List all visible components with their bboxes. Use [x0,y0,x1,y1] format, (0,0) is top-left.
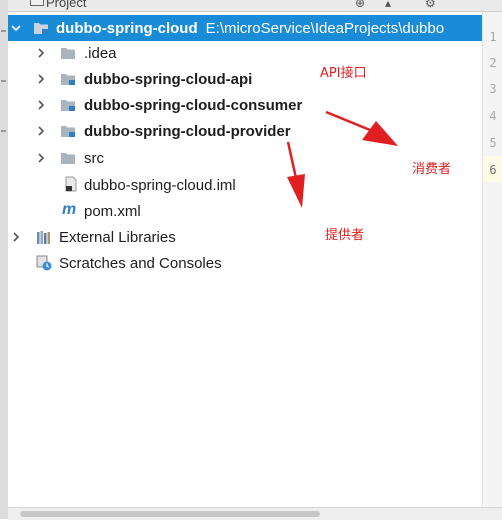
tree-item-external-libraries[interactable]: External Libraries [8,224,482,250]
project-window-icon [30,0,44,6]
root-project-path: E:\microService\IdeaProjects\dubbo [205,19,445,37]
line-number: 6 [489,163,497,177]
tree-item-label: dubbo-spring-cloud-api [84,70,253,88]
tree-item-label: pom.xml [84,202,141,220]
tree-item-iml[interactable]: dubbo-spring-cloud.iml [8,172,482,198]
line-number: 2 [489,56,497,70]
annotation-consumer: 消费者 [412,162,452,177]
tree-root-row[interactable]: dubbo-spring-cloud E:\microService\IdeaPr… [8,15,482,41]
tree-item-label: dubbo-spring-cloud.iml [84,176,236,194]
scratches-icon [36,255,52,271]
locate-icon[interactable]: ⊕ [355,0,365,10]
project-tab-title[interactable]: Project [46,0,86,10]
annotation-api: API接口 [320,66,367,81]
line-number: 1 [489,30,497,44]
project-tree: dubbo-spring-cloud E:\microService\IdeaPr… [8,12,482,507]
line-number: 4 [489,109,497,123]
library-icon [36,229,52,245]
module-folder-icon [60,97,76,113]
chevron-right-icon[interactable] [10,231,22,243]
tool-window-header: Project ⊕ ▴ ⚙ [8,0,502,12]
strip-mark [1,30,6,32]
chevron-right-icon[interactable] [35,152,47,164]
module-folder-icon [60,71,76,87]
module-folder-icon [60,123,76,139]
root-project-label: dubbo-spring-cloud E:\microService\IdeaPr… [56,20,444,37]
tree-item-provider[interactable]: dubbo-spring-cloud-provider [8,118,482,144]
scrollbar-thumb[interactable] [20,511,320,517]
chevron-right-icon[interactable] [35,47,47,59]
tree-item-label: External Libraries [59,228,176,246]
strip-mark [1,80,6,82]
line-number: 5 [489,136,497,150]
tree-item-consumer[interactable]: dubbo-spring-cloud-consumer [8,92,482,118]
tree-item-scratches[interactable]: Scratches and Consoles [8,250,482,276]
chevron-right-icon[interactable] [35,99,47,111]
strip-mark [1,130,6,132]
folder-icon [60,150,76,166]
tree-item-api[interactable]: dubbo-spring-cloud-api [8,66,482,92]
chevron-down-icon[interactable] [10,22,22,34]
tree-item-label: src [84,149,104,167]
line-number: 3 [489,82,497,96]
tree-item-label: dubbo-spring-cloud-provider [84,122,291,140]
tree-item-label: dubbo-spring-cloud-consumer [84,96,303,114]
maven-icon: m [62,201,77,218]
tree-item-src[interactable]: src [8,145,482,171]
annotation-provider: 提供者 [325,228,365,243]
tree-item-pom[interactable]: m pom.xml [8,198,482,224]
horizontal-scrollbar[interactable] [8,507,502,520]
tree-item-label: .idea [84,44,117,62]
tree-item-idea[interactable]: .idea [8,40,482,66]
collapse-icon[interactable]: ▴ [385,0,391,10]
folder-icon [60,45,76,61]
chevron-right-icon[interactable] [35,73,47,85]
chevron-right-icon[interactable] [35,125,47,137]
editor-gutter: 1 2 3 4 5 6 [482,12,502,507]
gear-icon[interactable]: ⚙ [425,0,436,10]
root-project-name: dubbo-spring-cloud [56,19,198,37]
module-folder-icon [33,20,49,36]
tree-item-label: Scratches and Consoles [59,254,222,272]
iml-file-icon [63,176,79,192]
